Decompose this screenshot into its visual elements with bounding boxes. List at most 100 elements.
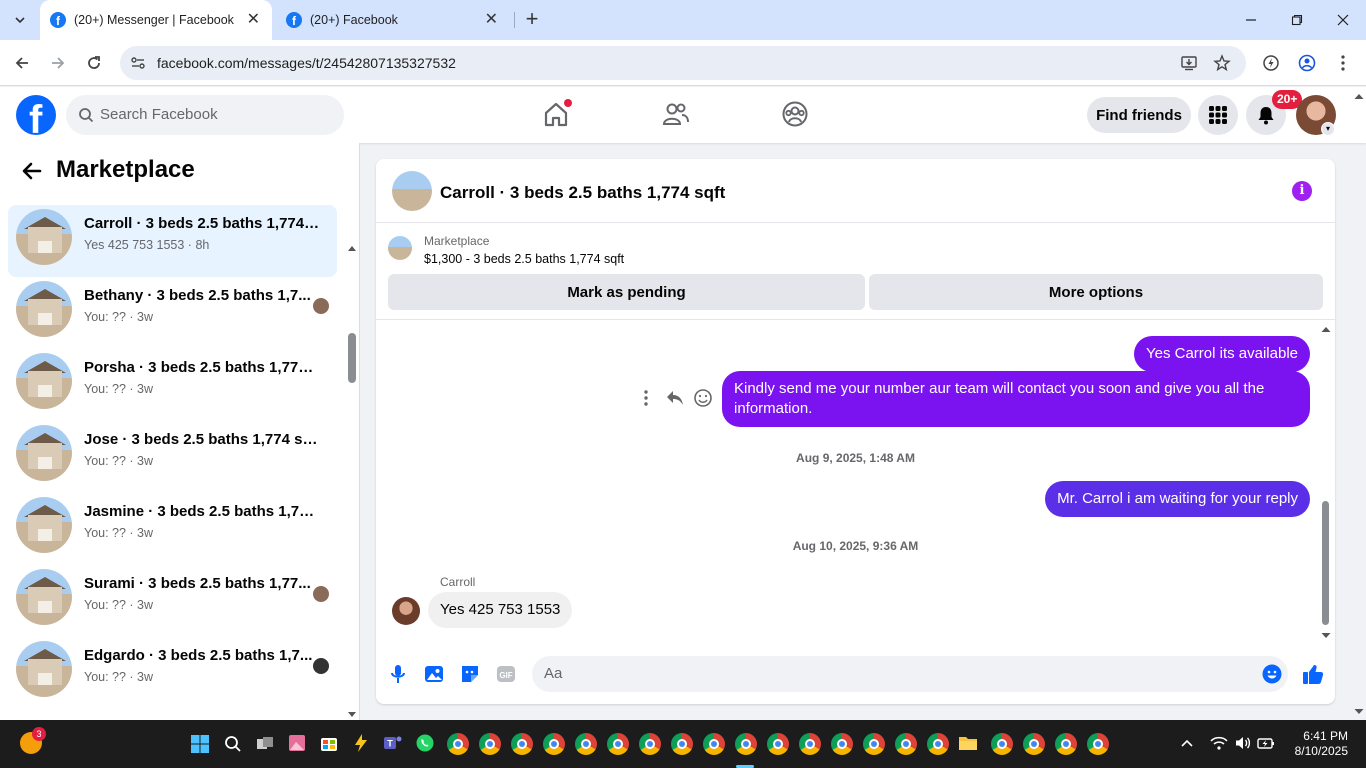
message-outgoing[interactable]: Kindly send me your number aur team will… (722, 371, 1310, 427)
address-bar[interactable]: facebook.com/messages/t/2454280713532753… (120, 46, 1246, 80)
chat-scroll-thumb[interactable] (1322, 501, 1329, 625)
chrome-taskbar-icon[interactable] (543, 733, 565, 755)
forward-button[interactable] (46, 51, 70, 75)
sender-avatar[interactable] (392, 597, 420, 625)
whatsapp-icon[interactable] (415, 733, 435, 753)
back-arrow-icon[interactable] (20, 159, 44, 183)
clock[interactable]: 6:41 PM 8/10/2025 (1288, 729, 1348, 759)
chrome-taskbar-icon[interactable] (703, 733, 725, 755)
kebab-menu-icon[interactable] (1336, 54, 1350, 72)
chrome-taskbar-icon[interactable] (927, 733, 949, 755)
react-emoji-icon[interactable] (693, 388, 713, 408)
windows-start-icon[interactable] (191, 735, 209, 753)
facebook-favicon-icon: f (286, 12, 302, 28)
conversation-item-edgardo[interactable]: Edgardo · 3 beds 2.5 baths 1,7... You: ?… (8, 637, 337, 709)
reload-button[interactable] (82, 51, 106, 75)
message-input[interactable]: Aa (532, 656, 1288, 692)
bookmark-star-icon[interactable] (1213, 54, 1231, 72)
chrome-taskbar-icon[interactable] (767, 733, 789, 755)
store-app-icon[interactable] (319, 733, 339, 753)
power-automate-icon[interactable] (351, 733, 371, 753)
wifi-icon[interactable] (1210, 735, 1228, 751)
weather-badge: 3 (32, 727, 46, 741)
chrome-taskbar-icon[interactable] (799, 733, 821, 755)
message-outgoing[interactable]: Mr. Carrol i am waiting for your reply (1045, 481, 1310, 517)
profile-icon[interactable] (1298, 54, 1316, 72)
file-explorer-icon[interactable] (958, 734, 978, 752)
chat-title[interactable]: Carroll · 3 beds 2.5 baths 1,774 sqft (440, 183, 725, 203)
emoji-icon[interactable] (1262, 664, 1282, 684)
chrome-taskbar-icon[interactable] (511, 733, 533, 755)
conversation-item-surami[interactable]: Surami · 3 beds 2.5 baths 1,77... You: ?… (8, 565, 337, 637)
chrome-taskbar-icon[interactable] (831, 733, 853, 755)
microphone-icon[interactable] (387, 663, 409, 685)
extensions-icon[interactable] (1262, 54, 1280, 72)
tab-search-button[interactable] (8, 8, 32, 32)
find-friends-button[interactable]: Find friends (1087, 97, 1191, 133)
chrome-taskbar-icon[interactable] (1023, 733, 1045, 755)
chrome-taskbar-icon[interactable] (607, 733, 629, 755)
sidebar-scrollbar[interactable] (345, 193, 359, 720)
chevron-down-icon[interactable]: ▾ (1321, 122, 1335, 136)
new-tab-button[interactable]: + (520, 8, 544, 32)
arrow-left-icon (15, 57, 28, 69)
chrome-taskbar-icon-active[interactable] (735, 733, 757, 755)
search-icon[interactable] (224, 735, 242, 753)
info-icon[interactable]: i (1292, 181, 1312, 201)
chrome-taskbar-icon[interactable] (1087, 733, 1109, 755)
more-actions-icon[interactable] (638, 388, 654, 408)
chat-listing-avatar[interactable] (392, 171, 432, 211)
minimize-button[interactable] (1228, 0, 1274, 40)
conversation-item-bethany[interactable]: Bethany · 3 beds 2.5 baths 1,7... You: ?… (8, 277, 337, 349)
more-options-button[interactable]: More options (869, 274, 1323, 310)
mark-as-pending-button[interactable]: Mark as pending (388, 274, 865, 310)
facebook-logo[interactable]: f (16, 95, 56, 135)
conversation-name: Edgardo · 3 beds 2.5 baths 1,7... (84, 647, 313, 664)
photo-icon[interactable] (423, 663, 445, 685)
message-incoming[interactable]: Yes 425 753 1553 (428, 592, 573, 628)
back-button[interactable] (10, 51, 34, 75)
conversation-item-jose[interactable]: Jose · 3 beds 2.5 baths 1,774 sqft You: … (8, 421, 337, 493)
search-input[interactable]: Search Facebook (66, 95, 344, 135)
chrome-taskbar-icon[interactable] (895, 733, 917, 755)
tab-messenger[interactable]: f (20+) Messenger | Facebook ✕ (40, 0, 272, 40)
conversation-item-carroll[interactable]: Carroll · 3 beds 2.5 baths 1,774 s... Ye… (8, 205, 337, 277)
page-scrollbar[interactable] (1352, 87, 1366, 720)
tab-separator (514, 12, 515, 28)
sticker-icon[interactable] (459, 663, 481, 685)
tab-facebook[interactable]: f (20+) Facebook ✕ (278, 0, 510, 40)
install-app-icon[interactable] (1180, 54, 1198, 72)
close-window-button[interactable] (1320, 0, 1366, 40)
chrome-taskbar-icon[interactable] (991, 733, 1013, 755)
gif-icon[interactable]: GIF (495, 663, 517, 685)
conversation-item-porsha[interactable]: Porsha · 3 beds 2.5 baths 1,774 s... You… (8, 349, 337, 421)
chrome-taskbar-icon[interactable] (479, 733, 501, 755)
chrome-taskbar-icon[interactable] (671, 733, 693, 755)
message-outgoing[interactable]: Yes Carrol its available (1133, 336, 1310, 372)
chrome-taskbar-icon[interactable] (575, 733, 597, 755)
conversation-item-jasmine[interactable]: Jasmine · 3 beds 2.5 baths 1,774 ... You… (8, 493, 337, 565)
task-view-icon[interactable] (256, 735, 274, 753)
close-tab-icon[interactable]: ✕ (247, 12, 260, 28)
reply-icon[interactable] (665, 389, 685, 407)
battery-charging-icon[interactable] (1257, 735, 1275, 751)
close-tab-icon[interactable]: ✕ (485, 12, 498, 28)
chevron-up-icon[interactable] (1180, 737, 1194, 751)
thumbs-up-icon[interactable] (1301, 662, 1325, 686)
sidebar-scroll-thumb[interactable] (348, 333, 356, 383)
chrome-taskbar-icon[interactable] (1055, 733, 1077, 755)
chrome-taskbar-icon[interactable] (639, 733, 661, 755)
chrome-taskbar-icon[interactable] (863, 733, 885, 755)
teams-icon[interactable]: T (383, 733, 403, 753)
restore-button[interactable] (1274, 0, 1320, 40)
photos-app-icon[interactable] (287, 733, 307, 753)
bell-icon (1258, 107, 1274, 125)
chrome-taskbar-icon[interactable] (447, 733, 469, 755)
menu-button[interactable] (1198, 95, 1238, 135)
listing-price[interactable]: $1,300 - 3 beds 2.5 baths 1,774 sqft (424, 252, 624, 266)
groups-icon[interactable] (780, 99, 810, 129)
site-settings-icon[interactable] (130, 55, 146, 71)
svg-text:T: T (387, 739, 393, 749)
friends-icon[interactable] (661, 99, 691, 129)
volume-icon[interactable] (1234, 735, 1252, 751)
